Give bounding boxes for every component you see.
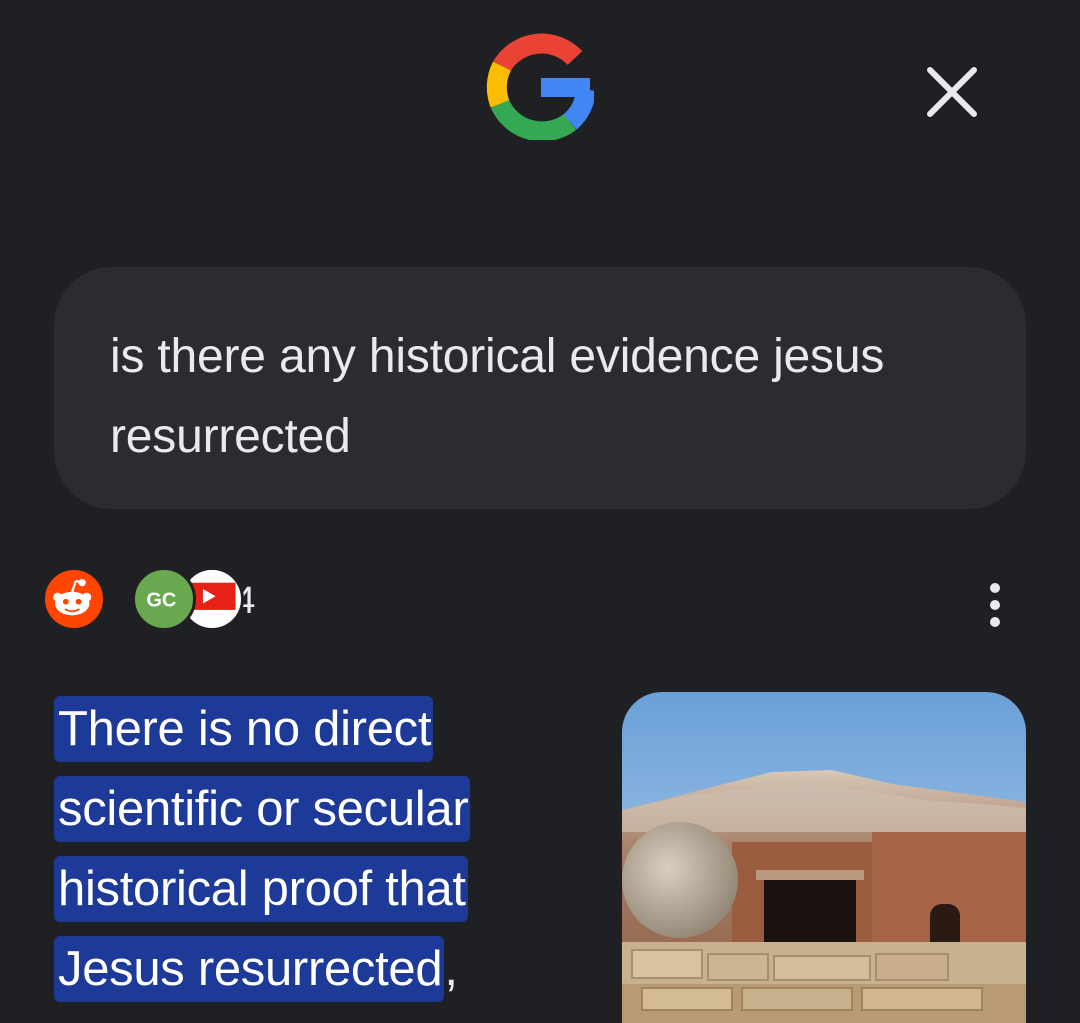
query-bubble: is there any historical evidence jesus r… xyxy=(54,267,1026,509)
google-g-icon xyxy=(486,33,594,140)
answer-comma: , xyxy=(444,942,458,996)
ai-answer-text: There is no direct scientific or secular… xyxy=(54,696,574,1016)
answer-line: There is no direct xyxy=(54,696,574,776)
gc-icon: GC xyxy=(132,567,196,631)
highlighted-text: There is no direct xyxy=(54,696,434,762)
more-vert-icon[interactable] xyxy=(968,578,1022,632)
ai-overview-screen: is there any historical evidence jesus r… xyxy=(0,0,1080,1023)
highlighted-text: historical proof that xyxy=(54,856,468,922)
stone-tomb-image[interactable] xyxy=(622,692,1026,1023)
highlighted-text: scientific or secular xyxy=(54,776,471,842)
query-text: is there any historical evidence jesus r… xyxy=(110,330,885,463)
answer-line: Jesus resurrected, xyxy=(54,936,574,1016)
answer-line: historical proof that xyxy=(54,856,574,936)
close-icon[interactable] xyxy=(920,60,984,124)
answer-line: scientific or secular xyxy=(54,776,574,856)
highlighted-text: Jesus resurrected xyxy=(54,936,445,1002)
sources-button[interactable]: GC +4 xyxy=(40,567,300,637)
reddit-icon xyxy=(42,567,106,631)
gc-label: GC xyxy=(146,589,176,611)
